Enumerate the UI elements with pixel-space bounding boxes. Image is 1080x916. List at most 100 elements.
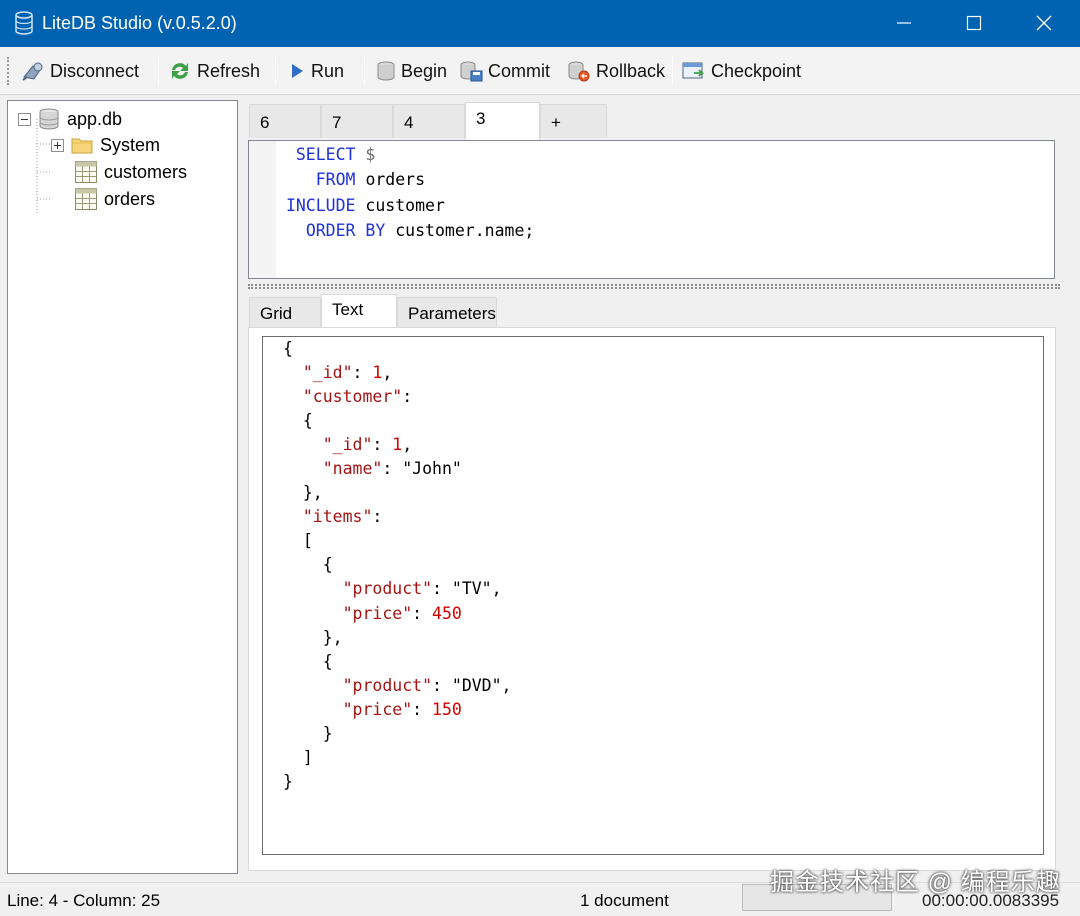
json-text: } xyxy=(283,771,293,791)
maximize-icon xyxy=(966,15,982,31)
toolbar-separator xyxy=(158,57,159,85)
tab-text[interactable]: Text xyxy=(321,294,397,330)
sql-line: INCLUDE customer xyxy=(285,195,445,215)
json-line: { xyxy=(283,650,512,674)
json-punct: : xyxy=(412,699,433,719)
json-line: "price": 450 xyxy=(283,602,512,626)
json-line: "customer": xyxy=(283,385,512,409)
document-count: 1 document xyxy=(580,891,669,910)
play-icon xyxy=(292,64,303,78)
query-tab-label: 6 xyxy=(260,113,270,132)
tree-node-root[interactable]: app.db xyxy=(18,107,122,131)
tree-node-system[interactable]: System xyxy=(51,134,160,156)
json-number: 1 xyxy=(372,363,383,383)
tree-node-customers[interactable]: customers xyxy=(74,160,187,184)
json-line: { xyxy=(283,337,512,361)
commit-button[interactable]: Commit xyxy=(458,55,550,87)
sql-code: SELECT $ FROM orders INCLUDE customer OR… xyxy=(276,142,534,243)
refresh-icon xyxy=(172,63,188,79)
json-line: }, xyxy=(283,481,512,505)
tab-grid[interactable]: Grid xyxy=(249,297,321,328)
json-output: { "_id": 1, "customer": { "_id": 1, "nam… xyxy=(283,337,512,794)
json-text: } xyxy=(322,723,333,743)
query-tab[interactable]: 4 xyxy=(393,104,465,138)
json-line: { xyxy=(283,553,512,577)
title-bar: LiteDB Studio (v.0.5.2.0) xyxy=(0,0,1080,47)
tab-label: Text xyxy=(332,300,364,319)
json-punct: : xyxy=(352,363,373,383)
json-text: }, xyxy=(322,627,343,647)
begin-button[interactable]: Begin xyxy=(375,55,447,87)
query-tab-active[interactable]: 3 xyxy=(465,102,540,140)
toolbar: Disconnect Refresh Run Begin Commit Roll… xyxy=(0,47,1080,95)
json-line: "price": 150 xyxy=(283,698,512,722)
json-punct: : xyxy=(412,603,433,623)
json-key: "product" xyxy=(342,675,433,695)
tree-label-system: System xyxy=(100,134,161,155)
toolbar-grip[interactable] xyxy=(7,57,10,85)
query-tab[interactable]: 6 xyxy=(249,104,321,138)
database-save-icon xyxy=(460,61,483,82)
toolbar-separator xyxy=(364,57,365,85)
json-line: "_id": 1, xyxy=(283,433,512,457)
sql-keyword: ORDER BY xyxy=(305,220,386,240)
disconnect-button[interactable]: Disconnect xyxy=(20,55,139,87)
json-line: "product": "TV", xyxy=(283,577,512,601)
tab-parameters[interactable]: Parameters xyxy=(397,297,497,328)
json-key: "_id" xyxy=(302,363,353,383)
horizontal-splitter[interactable] xyxy=(248,284,1060,289)
tree-node-orders[interactable]: orders xyxy=(74,187,155,211)
tree-label-orders: orders xyxy=(104,188,156,209)
sql-symbol: $ xyxy=(365,145,376,164)
run-button[interactable]: Run xyxy=(287,55,344,87)
begin-label: Begin xyxy=(401,60,448,81)
database-tree[interactable]: app.db System customers orders xyxy=(7,100,238,874)
json-number: 450 xyxy=(432,603,462,623)
query-tab-label: 7 xyxy=(332,113,342,132)
refresh-button[interactable]: Refresh xyxy=(167,55,260,87)
json-text: [ xyxy=(302,531,313,551)
json-number: 150 xyxy=(432,699,462,719)
database-icon xyxy=(39,108,59,130)
close-button[interactable] xyxy=(1009,0,1079,47)
query-tab-label: 4 xyxy=(404,113,414,132)
json-text: : xyxy=(372,507,383,527)
rollback-button[interactable]: Rollback xyxy=(566,55,665,87)
json-key: "price" xyxy=(342,603,413,623)
sql-editor[interactable]: SELECT $ FROM orders INCLUDE customer OR… xyxy=(248,140,1055,279)
sql-keyword: SELECT xyxy=(295,145,356,164)
json-text: { xyxy=(302,411,313,431)
minimize-button[interactable] xyxy=(869,0,939,47)
tree-label-customers: customers xyxy=(104,161,188,182)
maximize-button[interactable] xyxy=(939,0,1009,47)
result-text-output[interactable]: { "_id": 1, "customer": { "_id": 1, "nam… xyxy=(262,336,1044,855)
sql-line: FROM orders xyxy=(315,170,426,190)
json-line: [ xyxy=(283,529,512,553)
refresh-label: Refresh xyxy=(197,60,261,81)
json-line: } xyxy=(283,722,512,746)
disconnect-label: Disconnect xyxy=(50,60,140,81)
tree-label-root: app.db xyxy=(67,108,123,129)
checkpoint-button[interactable]: Checkpoint xyxy=(681,55,801,87)
query-tab[interactable]: 7 xyxy=(321,104,393,138)
new-tab-button[interactable]: + xyxy=(540,104,607,138)
json-line: "name": "John" xyxy=(283,457,512,481)
sql-keyword: INCLUDE xyxy=(285,195,356,215)
json-text: { xyxy=(322,555,333,575)
table-icon xyxy=(75,188,97,210)
editor-gutter xyxy=(249,141,276,278)
window-title: LiteDB Studio (v.0.5.2.0) xyxy=(42,13,237,33)
json-punct: : xyxy=(372,435,393,455)
json-key: "price" xyxy=(342,699,413,719)
disconnect-icon xyxy=(22,62,43,81)
